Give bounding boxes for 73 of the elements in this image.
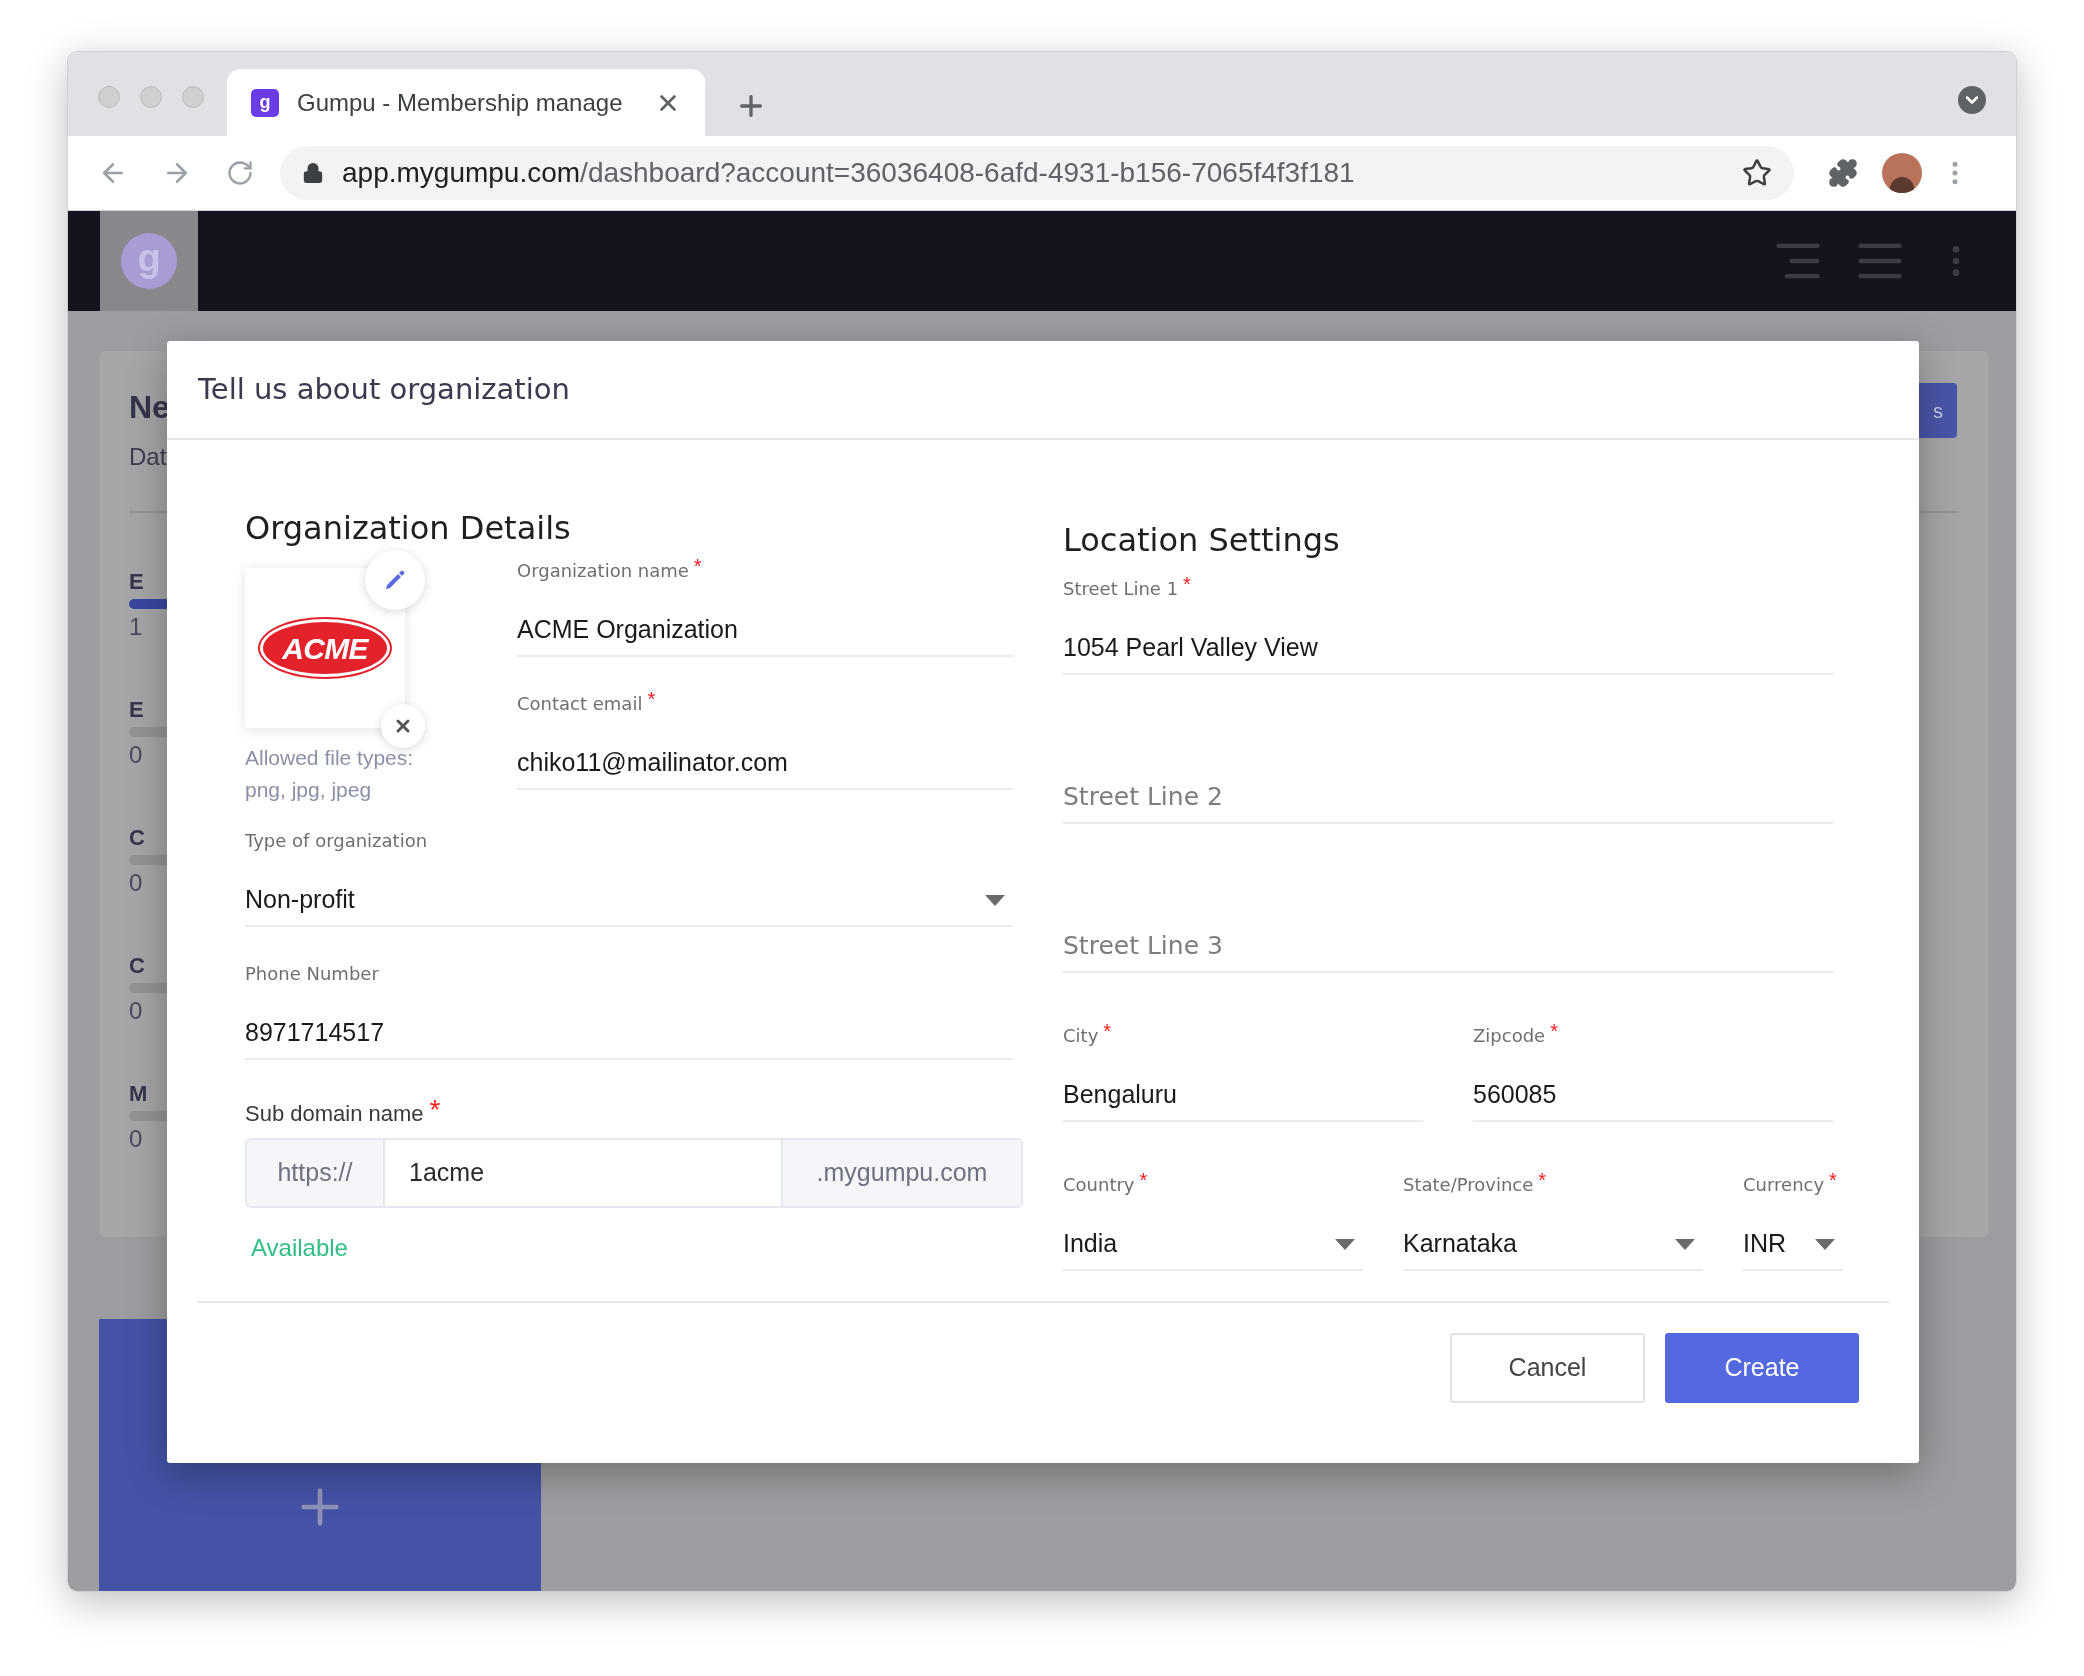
acme-logo: ACME (260, 619, 390, 677)
url-prefix: https:// (247, 1140, 385, 1206)
cancel-button[interactable]: Cancel (1450, 1333, 1645, 1403)
field-label: Sub domain name (245, 1100, 424, 1128)
pencil-icon (383, 568, 407, 592)
input-field[interactable]: chiko11@mailinator.com (517, 744, 1013, 790)
required-mark: * (1550, 1023, 1558, 1039)
field-label: Country (1063, 1173, 1135, 1197)
url-text: app.mygumpu.com/dashboard?account=36036408-6afd-4931-b156-7065f4f3f181 (342, 156, 1356, 190)
stat-label: M (129, 1083, 148, 1105)
stat-label: C (129, 955, 145, 977)
section-heading: Organization Details (245, 512, 572, 544)
subdomain-field[interactable]: 1acme (385, 1140, 781, 1206)
remove-button[interactable] (381, 704, 425, 748)
stat-value: 1 (129, 615, 143, 639)
window-control[interactable] (140, 86, 162, 108)
reload-icon[interactable] (226, 159, 254, 187)
stat-value: 0 (129, 999, 143, 1023)
select-field[interactable]: INR (1743, 1225, 1843, 1271)
stat-label: E (129, 571, 144, 593)
field-label: State/Province (1403, 1173, 1534, 1197)
create-button[interactable]: Create (1665, 1333, 1859, 1403)
input-field[interactable]: Bengaluru (1063, 1076, 1423, 1122)
required-mark: * (1103, 1023, 1112, 1039)
stat-value: 0 (129, 871, 143, 895)
card-subtitle: Dat (129, 442, 167, 472)
profile-avatar[interactable] (1882, 153, 1922, 193)
required-mark: * (1538, 1172, 1547, 1188)
input-field[interactable]: 8971714517 (245, 1014, 1013, 1060)
stat-label: E (129, 699, 144, 721)
edit-button[interactable] (365, 550, 425, 610)
field-label: Type of organization (245, 829, 428, 853)
select-field[interactable]: Karnataka (1403, 1225, 1703, 1271)
section-heading: Location Settings (1063, 524, 1341, 556)
required-mark: * (693, 558, 702, 574)
field-label: Contact email (517, 692, 643, 716)
bookmark-star-icon[interactable] (1742, 158, 1772, 188)
required-mark: * (1139, 1172, 1148, 1188)
address-bar[interactable]: app.mygumpu.com/dashboard?account=36036408-6afd-4931-b156-7065f4f3f181 (280, 146, 1794, 200)
input-field[interactable]: Street Line 2 (1063, 778, 1833, 824)
window-control[interactable] (182, 86, 204, 108)
stat-value: 0 (129, 1127, 143, 1151)
required-mark: * (1829, 1172, 1837, 1188)
extensions-icon[interactable] (1828, 158, 1858, 188)
tab-search-icon[interactable] (1958, 86, 1986, 114)
availability-status: Available (251, 1233, 349, 1263)
domain-suffix: .mygumpu.com (781, 1140, 1021, 1206)
caret-icon (985, 894, 1005, 906)
input-field[interactable]: 1054 Pearl Valley View (1063, 629, 1833, 675)
tab-title: Gumpu - Membership manage (297, 87, 624, 118)
favicon: g (251, 88, 279, 117)
required-mark: * (1183, 576, 1191, 592)
select-field[interactable]: Non-profit (245, 881, 1013, 927)
field-label: Currency (1743, 1173, 1825, 1197)
file-type-hint: Allowed file types: png, jpg, jpeg (245, 745, 415, 803)
field-label: Zipcode (1473, 1024, 1546, 1048)
select-field[interactable]: India (1063, 1225, 1363, 1271)
field-label: Street Line 1 (1063, 577, 1179, 601)
input-field[interactable]: 560085 (1473, 1076, 1833, 1122)
lock-icon (302, 162, 324, 184)
modal-title: Tell us about organization (198, 370, 570, 408)
browser-tab[interactable]: g Gumpu - Membership manage (227, 69, 705, 136)
stat-value: 0 (129, 743, 143, 767)
field-label: City (1063, 1024, 1099, 1048)
field-label: Organization name (517, 559, 689, 583)
required-mark: * (429, 1100, 441, 1120)
field-label: Phone Number (245, 962, 379, 986)
stat-label: C (129, 827, 145, 849)
card-title: Ne (129, 391, 170, 423)
window-control[interactable] (98, 86, 120, 108)
input-field[interactable]: Street Line 3 (1063, 927, 1833, 973)
required-mark: * (647, 691, 656, 707)
input-field[interactable]: ACME Organization (517, 611, 1013, 657)
